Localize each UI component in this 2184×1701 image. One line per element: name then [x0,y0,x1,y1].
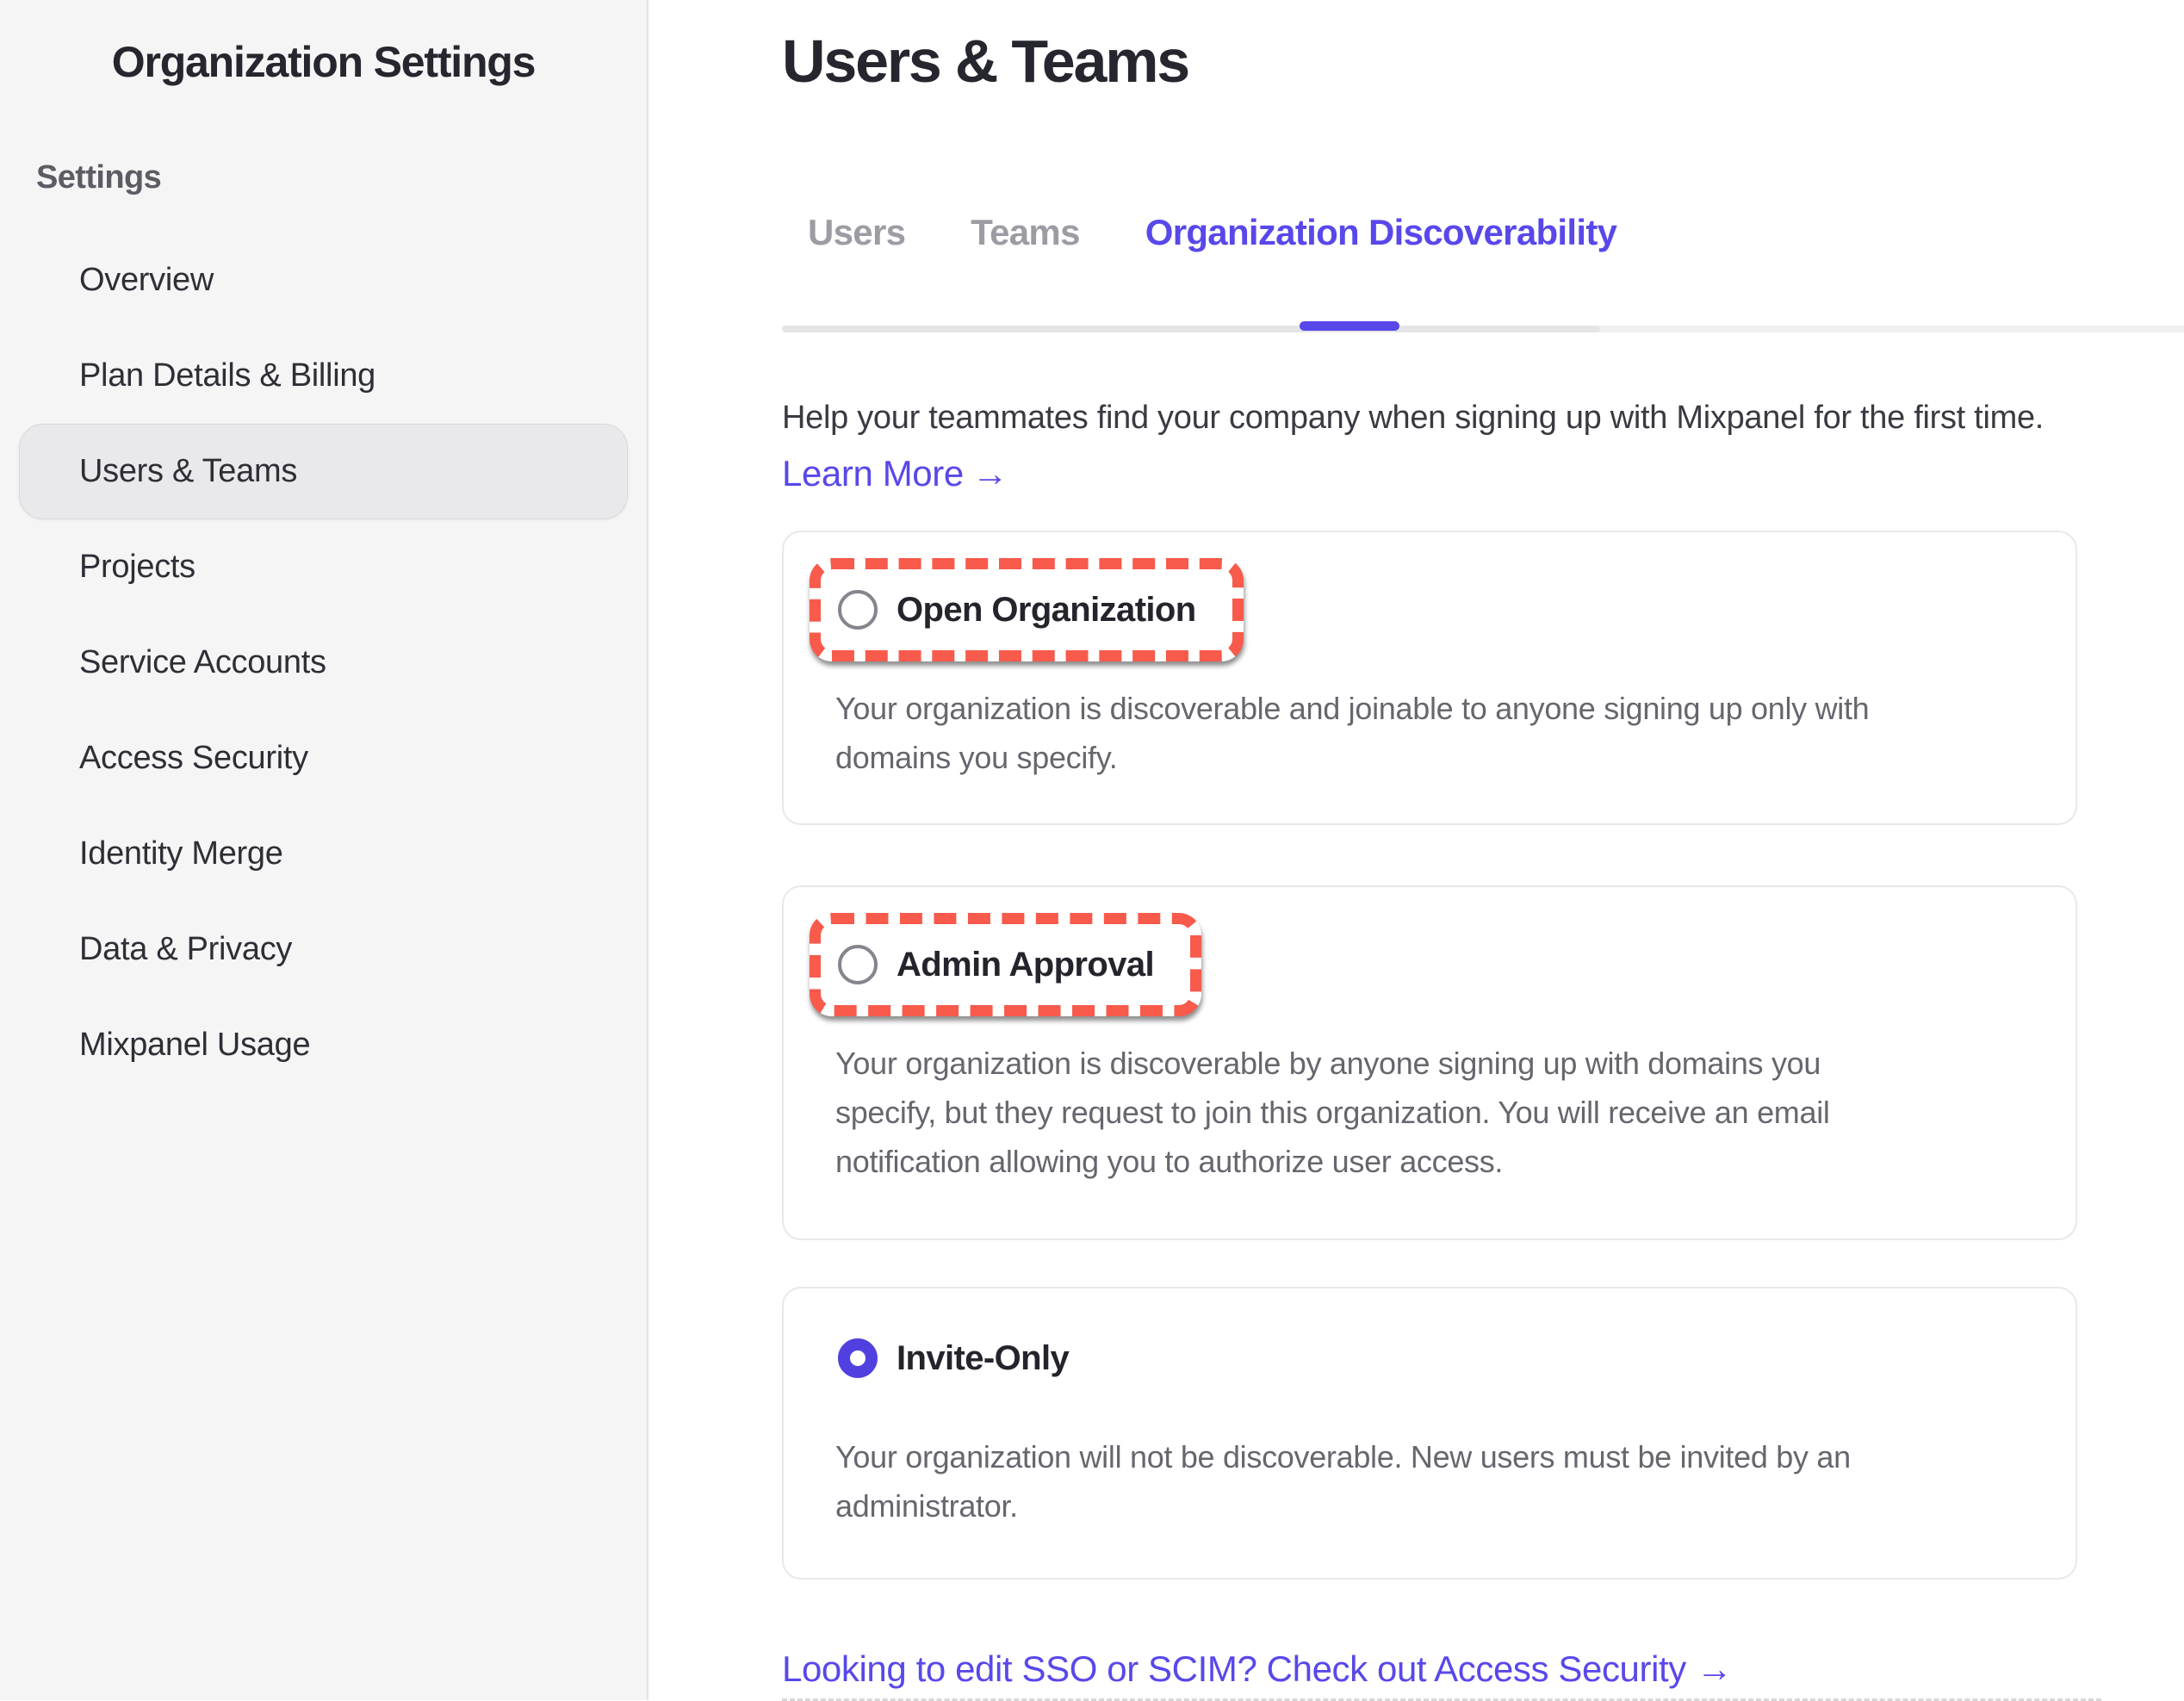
radio-open-organization[interactable] [838,590,878,630]
sidebar: Organization Settings Settings Overview … [0,0,648,1700]
arrow-right-icon: → [972,451,1008,496]
option-card-invite-only: Invite-Only Your organization will not b… [782,1287,2077,1580]
sidebar-item-plan-details-billing[interactable]: Plan Details & Billing [19,328,628,424]
annotation-highlight-admin-approval: Admin Approval [810,913,1201,1016]
organization-settings-screen: Organization Settings Settings Overview … [0,0,2184,1700]
sidebar-title: Organization Settings [0,26,647,98]
sidebar-item-service-accounts[interactable]: Service Accounts [19,615,628,711]
option-label-admin-approval[interactable]: Admin Approval [897,943,1154,986]
sidebar-item-access-security[interactable]: Access Security [19,711,628,806]
tab-bar: Users Teams Organization Discoverability [782,210,2101,332]
intro-text: Help your teammates find your company wh… [782,396,2101,439]
main-content: Users & Teams Users Teams Organization D… [648,0,2184,1700]
learn-more-link[interactable]: Learn More → [782,451,1008,496]
option-label-invite-only[interactable]: Invite-Only [897,1337,1069,1380]
sidebar-item-users-teams[interactable]: Users & Teams [19,424,628,519]
learn-more-label: Learn More [782,451,964,496]
option-card-open-organization: Open Organization Your organization is d… [782,531,2077,825]
arrow-right-icon: → [1697,1647,1733,1692]
tab-organization-discoverability[interactable]: Organization Discoverability [1145,210,1617,255]
access-security-link[interactable]: Looking to edit SSO or SCIM? Check out A… [782,1647,1733,1692]
sidebar-section-settings: Settings [36,155,647,200]
option-description-admin-approval: Your organization is discoverable by any… [835,1039,2075,1186]
tab-teams[interactable]: Teams [971,210,1079,255]
active-tab-indicator [1300,321,1399,331]
radio-admin-approval[interactable] [838,945,878,984]
option-label-open-organization[interactable]: Open Organization [897,588,1196,631]
sidebar-item-overview[interactable]: Overview [19,233,628,328]
sidebar-nav: Overview Plan Details & Billing Users & … [0,233,647,1093]
tab-users[interactable]: Users [808,210,905,255]
page-title: Users & Teams [782,24,2101,98]
option-description-open-organization: Your organization is discoverable and jo… [835,684,2075,782]
sidebar-item-identity-merge[interactable]: Identity Merge [19,806,628,902]
sidebar-item-projects[interactable]: Projects [19,519,628,615]
option-description-invite-only: Your organization will not be discoverab… [835,1432,2075,1530]
sidebar-item-mixpanel-usage[interactable]: Mixpanel Usage [19,997,628,1093]
invite-only-radio-row[interactable]: Invite-Only [838,1337,1069,1380]
access-security-link-label: Looking to edit SSO or SCIM? Check out A… [782,1647,1686,1692]
annotation-highlight-open-organization: Open Organization [810,558,1244,661]
sidebar-item-data-privacy[interactable]: Data & Privacy [19,902,628,997]
radio-invite-only[interactable] [838,1338,878,1378]
tab-bar-divider-dark [782,326,1600,332]
option-card-admin-approval: Admin Approval Your organization is disc… [782,885,2077,1240]
